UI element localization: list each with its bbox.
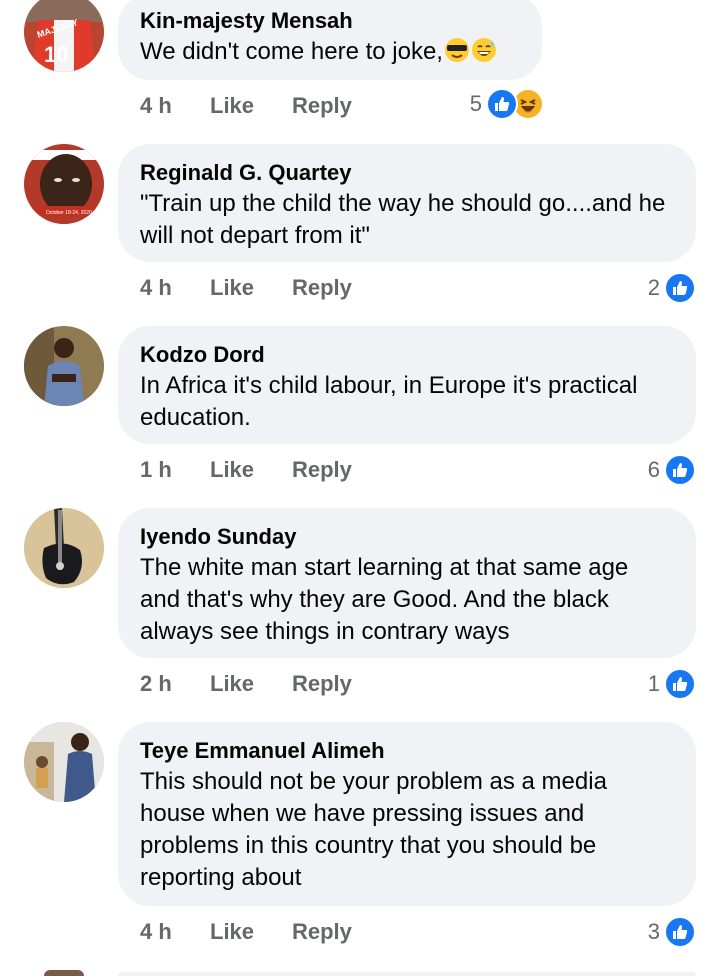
reaction-count: 2 [647,275,660,300]
avatar[interactable] [24,326,104,406]
reply-button[interactable]: Reply [292,275,352,301]
like-button[interactable]: Like [210,671,292,697]
comment-time[interactable]: 1 h [140,457,210,483]
reply-button[interactable]: Reply [292,671,352,697]
reaction-summary[interactable]: 3 [648,914,696,950]
avatar-image: MAJESTY 10 [24,0,104,72]
comment-bubble: Kodzo Dord In Africa it's child labour, … [118,326,696,444]
like-button[interactable]: Like [210,919,292,945]
grinning-sweat-face-icon [471,38,496,62]
sunglasses-face-icon [444,38,469,62]
like-button[interactable]: Like [210,275,292,301]
comment-actions: 1 h Like Reply [140,454,352,486]
reaction-count: 3 [647,919,660,944]
comment-author[interactable]: Kodzo Dord [140,340,674,370]
like-button[interactable]: Like [210,93,292,119]
comment-bubble: Kin-majesty Mensah We didn't come here t… [118,0,542,80]
reaction-summary[interactable]: 6 [648,452,696,488]
comment-time[interactable]: 4 h [140,93,210,119]
comment-bubble: Teye Emmanuel Alimeh This should not be … [118,722,696,906]
comment-actions: 2 h Like Reply [140,668,352,700]
comment-text: We didn't come here to joke, [140,36,520,68]
comment-author[interactable]: Reginald G. Quartey [140,158,674,188]
comment-text: This should not be your problem as a med… [140,768,607,891]
reaction-summary[interactable]: 5 [470,86,544,122]
reaction-count: 1 [647,671,660,696]
comment-author[interactable]: Teye Emmanuel Alimeh [140,736,674,766]
comment-author[interactable]: Iyendo Sunday [140,522,674,552]
comment-text: "Train up the child the way he should go… [140,190,666,249]
comment-text: In Africa it's child labour, in Europe i… [140,372,638,431]
comment-text: The white man start learning at that sam… [140,554,629,645]
avatar-image [24,508,104,588]
svg-text:10: 10 [44,42,68,67]
comment-bubble: Reginald G. Quartey "Train up the child … [118,144,696,262]
avatar[interactable] [24,722,104,802]
avatar-image [24,326,104,406]
reply-button[interactable]: Reply [292,457,352,483]
like-reaction-icon [664,916,696,948]
like-reaction-icon [486,88,518,120]
like-reaction-icon [664,668,696,700]
like-reaction-icon [664,272,696,304]
reaction-summary[interactable]: 2 [648,270,696,306]
next-comment-fragment [0,966,720,976]
like-reaction-icon [664,454,696,486]
comment-time[interactable]: 4 h [140,919,210,945]
comment-time[interactable]: 2 h [140,671,210,697]
comment-time[interactable]: 4 h [140,275,210,301]
comment-actions: 4 h Like Reply [140,90,352,122]
avatar-image [24,722,104,802]
comment-actions: 4 h Like Reply [140,272,352,304]
reply-button[interactable]: Reply [292,93,352,119]
comment-bubble [118,972,696,976]
avatar-image: October 18-24, 2020 [24,144,104,224]
reaction-count: 6 [647,457,660,482]
reply-button[interactable]: Reply [292,919,352,945]
like-button[interactable]: Like [210,457,292,483]
comment-bubble: Iyendo Sunday The white man start learni… [118,508,696,658]
reaction-count: 5 [469,91,482,116]
avatar[interactable] [24,508,104,588]
comment-author[interactable]: Kin-majesty Mensah [140,6,520,36]
svg-text:October 18-24, 2020: October 18-24, 2020 [46,210,92,216]
avatar[interactable]: MAJESTY 10 [24,0,104,72]
comment-actions: 4 h Like Reply [140,916,352,948]
avatar [44,970,84,976]
avatar[interactable]: October 18-24, 2020 [24,144,104,224]
reaction-summary[interactable]: 1 [648,666,696,702]
comment-text-content: We didn't come here to joke, [140,38,443,65]
